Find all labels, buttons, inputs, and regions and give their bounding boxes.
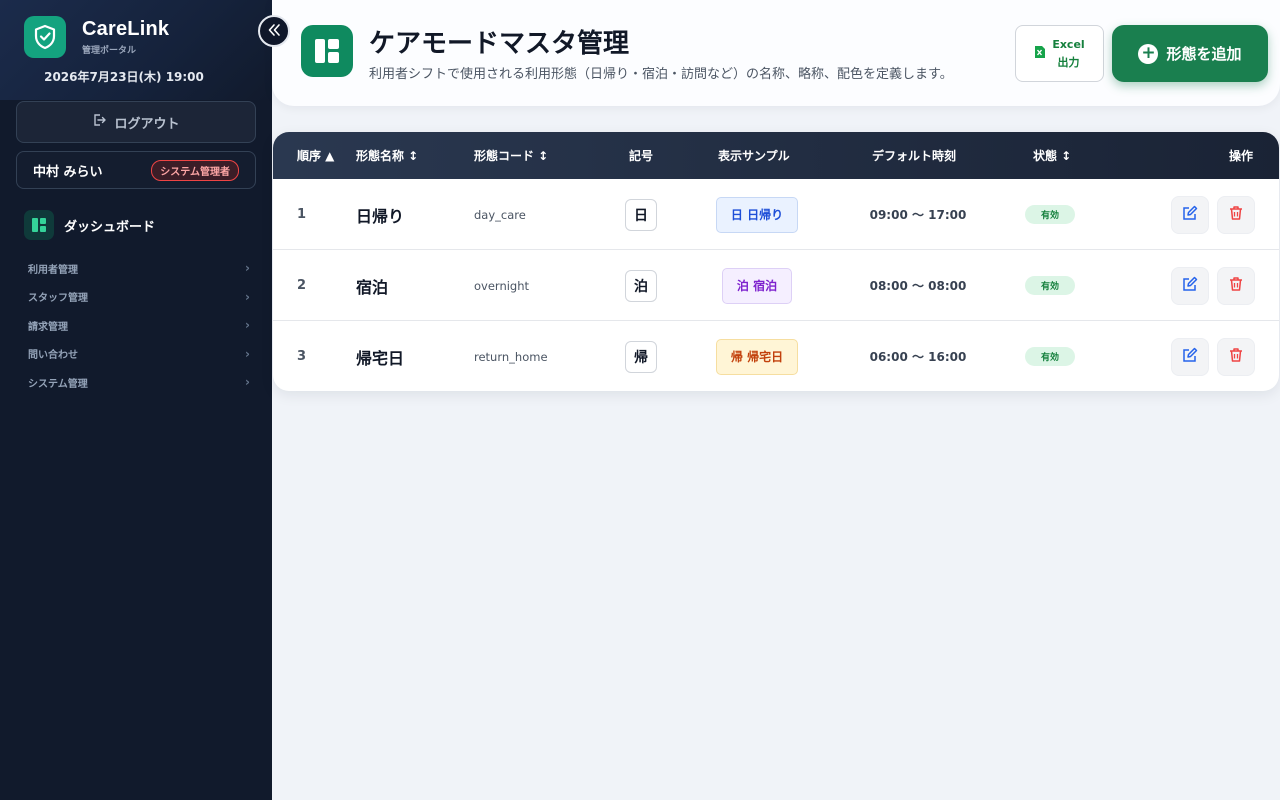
status-badge: 有効 <box>1025 347 1076 366</box>
edit-button[interactable] <box>1171 337 1209 376</box>
excel-export-button[interactable]: Excel 出力 <box>1015 25 1104 82</box>
sidebar-item-system[interactable]: システム管理 › <box>16 368 256 397</box>
edit-button[interactable] <box>1171 266 1209 305</box>
table-header: 順序 ▲ 形態名称 ↕ 形態コード ↕ 記号 表示サンプル デフォルト時刻 状態… <box>273 132 1279 179</box>
sidebar-item-label: 請求管理 <box>28 321 68 333</box>
row-symbol: 帰 <box>625 340 657 373</box>
row-default-time: 06:00 〜 16:00 <box>869 350 967 364</box>
row-default-time: 08:00 〜 08:00 <box>869 279 967 293</box>
brand[interactable]: CareLink 管理ポータル <box>24 16 248 58</box>
header-order[interactable]: 順序 ▲ <box>297 147 334 164</box>
sidebar-nav: 利用者管理 › スタッフ管理 › 請求管理 › 問い合わせ › システム管理 › <box>16 254 256 397</box>
add-mode-label: 形態を追加 <box>1166 45 1242 63</box>
plus-circle-icon: + <box>1138 43 1159 64</box>
header-code[interactable]: 形態コード ↕ <box>474 147 548 164</box>
sidebar-header: CareLink 管理ポータル 2026年7月23日(木) 19:00 <box>0 0 272 100</box>
sidebar-item-dashboard[interactable]: ダッシュボード <box>24 210 155 240</box>
brand-subtitle: 管理ポータル <box>82 46 137 56</box>
logout-label: ログアウト <box>114 116 180 132</box>
care-mode-table: 順序 ▲ 形態名称 ↕ 形態コード ↕ 記号 表示サンプル デフォルト時刻 状態… <box>273 132 1279 391</box>
row-default-time: 09:00 〜 17:00 <box>869 208 967 222</box>
layout-icon <box>301 25 353 77</box>
table-row: 1 日帰り day_care 日 日 日帰り 09:00 〜 17:00 有効 <box>273 179 1279 250</box>
excel-file-icon <box>1034 44 1046 63</box>
trash-icon <box>1228 347 1244 367</box>
delete-button[interactable] <box>1217 266 1255 305</box>
edit-icon <box>1182 276 1198 296</box>
trash-icon <box>1228 276 1244 296</box>
sidebar-item-staff[interactable]: スタッフ管理 › <box>16 283 256 312</box>
header-status[interactable]: 状態 ↕ <box>1033 147 1071 164</box>
header-symbol: 記号 <box>629 149 654 163</box>
page-header: ケアモードマスタ管理 利用者シフトで使用される利用形態（日帰り・宿泊・訪問など）… <box>272 0 1280 106</box>
shield-check-icon <box>24 16 66 58</box>
header-default-time: デフォルト時刻 <box>872 149 957 163</box>
chevron-right-icon: › <box>245 346 250 361</box>
row-name: 宿泊 <box>356 277 389 297</box>
row-order: 2 <box>297 278 307 293</box>
row-symbol: 泊 <box>625 269 657 302</box>
sidebar-item-label: 利用者管理 <box>28 264 78 276</box>
brand-name: CareLink <box>82 18 170 40</box>
export-label: 出力 <box>1057 55 1080 69</box>
header-actions: 操作 <box>1229 149 1254 163</box>
edit-button[interactable] <box>1171 195 1209 234</box>
row-order: 1 <box>297 207 307 222</box>
delete-button[interactable] <box>1217 195 1255 234</box>
chevron-right-icon: › <box>245 289 250 304</box>
status-badge: 有効 <box>1025 205 1076 224</box>
user-info: 中村 みらい システム管理者 <box>16 151 256 189</box>
sidebar-collapse-button[interactable] <box>258 15 290 47</box>
row-code: overnight <box>474 278 530 293</box>
page-title: ケアモードマスタ管理 <box>369 29 630 59</box>
add-mode-button[interactable]: + 形態を追加 <box>1112 25 1268 82</box>
sidebar-item-label: ダッシュボード <box>64 219 156 235</box>
page-subtitle: 利用者シフトで使用される利用形態（日帰り・宿泊・訪問など）の名称、略称、配色を定… <box>369 67 953 82</box>
chevron-right-icon: › <box>245 261 250 276</box>
sidebar-item-label: システム管理 <box>28 378 88 390</box>
table-row: 2 宿泊 overnight 泊 泊 宿泊 08:00 〜 08:00 有効 <box>273 250 1279 321</box>
sidebar: CareLink 管理ポータル 2026年7月23日(木) 19:00 ログアウ… <box>0 0 272 800</box>
status-badge: 有効 <box>1025 276 1076 295</box>
header-name[interactable]: 形態名称 ↕ <box>356 147 418 164</box>
sidebar-item-label: 問い合わせ <box>28 350 78 362</box>
table-body: 1 日帰り day_care 日 日 日帰り 09:00 〜 17:00 有効 <box>273 179 1279 391</box>
row-sample-chip: 日 日帰り <box>715 196 799 233</box>
user-name: 中村 みらい <box>33 164 103 180</box>
table-row: 3 帰宅日 return_home 帰 帰 帰宅日 06:00 〜 16:00 … <box>273 321 1279 391</box>
header-sample: 表示サンプル <box>718 149 790 163</box>
sidebar-item-inquiries[interactable]: 問い合わせ › <box>16 340 256 369</box>
double-chevron-left-icon <box>267 22 281 41</box>
excel-label: Excel <box>1052 37 1085 51</box>
chevron-right-icon: › <box>245 318 250 333</box>
logout-button[interactable]: ログアウト <box>16 101 256 143</box>
sidebar-item-billing[interactable]: 請求管理 › <box>16 311 256 340</box>
chevron-right-icon: › <box>245 375 250 390</box>
row-name: 帰宅日 <box>356 348 405 368</box>
row-name: 日帰り <box>356 206 405 226</box>
logout-icon <box>92 113 107 131</box>
edit-icon <box>1182 205 1198 225</box>
row-code: day_care <box>474 207 526 222</box>
trash-icon <box>1228 205 1244 225</box>
row-sample-chip: 帰 帰宅日 <box>715 338 799 375</box>
sidebar-item-label: スタッフ管理 <box>28 293 88 305</box>
row-sample-chip: 泊 宿泊 <box>721 267 793 304</box>
delete-button[interactable] <box>1217 337 1255 376</box>
row-code: return_home <box>474 349 548 364</box>
edit-icon <box>1182 347 1198 367</box>
current-datetime: 2026年7月23日(木) 19:00 <box>44 70 204 84</box>
dashboard-icon <box>24 210 54 240</box>
row-symbol: 日 <box>625 198 657 231</box>
row-order: 3 <box>297 349 307 364</box>
sidebar-item-users[interactable]: 利用者管理 › <box>16 254 256 283</box>
role-badge: システム管理者 <box>151 159 239 181</box>
